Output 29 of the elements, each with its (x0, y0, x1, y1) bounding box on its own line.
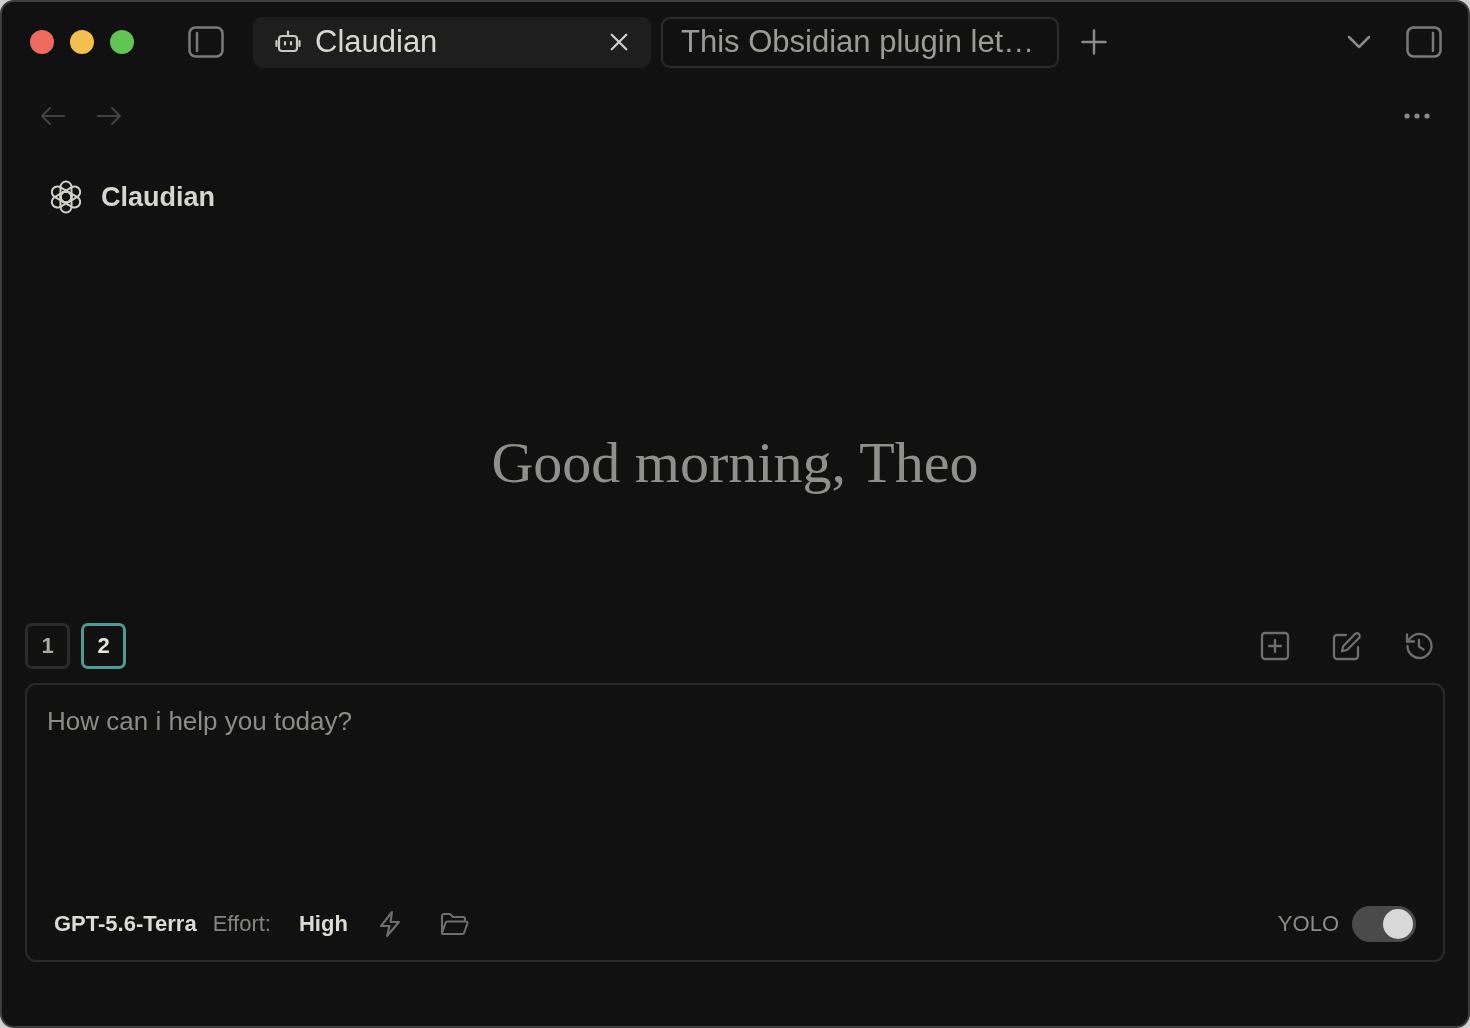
chevron-down-icon[interactable] (1347, 35, 1371, 49)
tab[interactable]: Claudian (253, 16, 651, 68)
yolo-toggle[interactable] (1352, 906, 1416, 942)
window-control-icon[interactable] (30, 30, 54, 54)
lightning-icon[interactable] (377, 910, 402, 938)
plus-square-icon[interactable] (1260, 631, 1290, 661)
history-icon[interactable] (1404, 631, 1434, 661)
session-tab[interactable]: 1 (25, 623, 70, 669)
message-input[interactable]: How can i help you today? (27, 685, 1443, 904)
robot-icon (275, 30, 301, 54)
sidebar-right-icon[interactable] (1406, 26, 1442, 58)
more-icon[interactable] (1404, 113, 1430, 119)
window-control-icon[interactable] (110, 30, 134, 54)
effort-selector[interactable]: High (298, 911, 348, 937)
plus-icon[interactable] (1081, 29, 1107, 55)
close-icon[interactable] (609, 32, 629, 52)
yolo-label: YOLO (1277, 911, 1339, 937)
panel-title: Claudian (101, 181, 215, 213)
window-control-icon[interactable] (70, 30, 94, 54)
composer-field[interactable]: How can i help you today? GPT-5.6-Terra Effort: High YOLO (25, 683, 1445, 962)
model-selector[interactable]: GPT-5.6-Terra (54, 911, 197, 937)
effort-label: Effort: (212, 911, 271, 937)
sidebar-left-icon[interactable] (188, 26, 224, 58)
greeting-heading: Good morning, Theo (491, 429, 979, 497)
folder-icon[interactable] (438, 911, 469, 937)
edit-icon[interactable] (1332, 631, 1362, 661)
session-tab[interactable]: 2 (81, 623, 126, 669)
tab[interactable]: This Obsidian plugin let… (661, 16, 1059, 68)
knot-icon (48, 179, 84, 215)
